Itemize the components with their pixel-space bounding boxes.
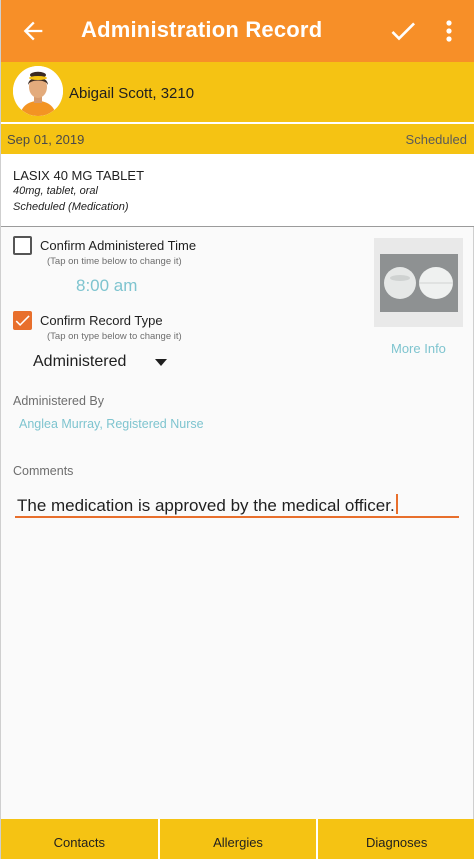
app-bar: Administration Record bbox=[1, 0, 474, 62]
more-vert-icon[interactable] bbox=[439, 17, 459, 45]
tab-contacts[interactable]: Contacts bbox=[1, 819, 160, 859]
patient-avatar-icon bbox=[13, 66, 63, 116]
comments-input[interactable]: The medication is approved by the medica… bbox=[15, 490, 459, 520]
patient-name: Abigail Scott, 3210 bbox=[69, 85, 195, 102]
medication-schedule-type: Scheduled (Medication) bbox=[13, 201, 129, 213]
schedule-bar: Sep 01, 2019 Scheduled bbox=[1, 124, 474, 154]
tablet-image-icon bbox=[379, 253, 458, 312]
patient-header: Abigail Scott, 3210 bbox=[1, 62, 474, 122]
administered-by-value[interactable]: Anglea Murray, Registered Nurse bbox=[19, 417, 204, 431]
record-type-value: Administered bbox=[33, 353, 127, 370]
tab-allergies[interactable]: Allergies bbox=[160, 819, 319, 859]
screen: Administration Record Abigail Scott, 321… bbox=[0, 0, 474, 859]
confirm-time-hint: (Tap on time below to change it) bbox=[47, 256, 182, 267]
administered-time[interactable]: 8:00 am bbox=[76, 276, 137, 296]
patient-avatar[interactable] bbox=[13, 66, 63, 116]
pill-photo bbox=[379, 253, 458, 312]
schedule-date: Sep 01, 2019 bbox=[7, 132, 85, 147]
pill-image[interactable] bbox=[374, 238, 463, 327]
dropdown-arrow-icon bbox=[155, 359, 167, 366]
more-info-link[interactable]: More Info bbox=[391, 341, 446, 356]
medication-name: LASIX 40 MG TABLET bbox=[13, 168, 145, 183]
check-icon bbox=[15, 315, 30, 327]
text-cursor bbox=[395, 494, 398, 514]
comments-text-wrapper: The medication is approved by the medica… bbox=[17, 494, 398, 516]
check-icon[interactable] bbox=[387, 15, 419, 47]
comments-value: The medication is approved by the medica… bbox=[17, 496, 395, 515]
page-title: Administration Record bbox=[81, 17, 323, 42]
comments-label: Comments bbox=[13, 464, 74, 478]
confirm-time-checkbox[interactable] bbox=[13, 236, 32, 255]
bottom-tab-bar: Contacts Allergies Diagnoses bbox=[1, 819, 474, 859]
arrow-back-icon[interactable] bbox=[19, 17, 47, 45]
medication-detail: 40mg, tablet, oral bbox=[13, 185, 98, 197]
input-underline bbox=[15, 516, 459, 518]
confirm-time-label: Confirm Administered Time bbox=[40, 238, 197, 253]
medication-card: LASIX 40 MG TABLET 40mg, tablet, oral Sc… bbox=[1, 154, 474, 226]
confirm-type-label: Confirm Record Type bbox=[40, 313, 163, 328]
confirm-type-checkbox[interactable] bbox=[13, 311, 32, 330]
administered-by-label: Administered By bbox=[13, 394, 105, 408]
confirm-type-hint: (Tap on type below to change it) bbox=[47, 331, 182, 342]
record-type-dropdown[interactable]: Administered bbox=[33, 351, 183, 375]
tab-diagnoses[interactable]: Diagnoses bbox=[318, 819, 474, 859]
divider bbox=[1, 226, 474, 227]
schedule-status: Scheduled bbox=[405, 132, 467, 147]
